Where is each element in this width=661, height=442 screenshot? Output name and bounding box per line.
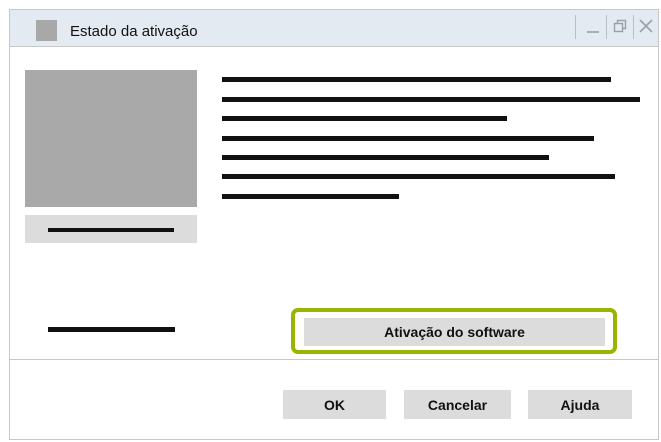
titlebar-separator <box>575 15 576 39</box>
titlebar-separator <box>606 15 607 39</box>
redacted-text-line <box>222 174 615 179</box>
image-placeholder <box>25 70 197 207</box>
window-title: Estado da ativação <box>70 23 198 40</box>
redacted-text-line <box>222 97 640 102</box>
help-button[interactable]: Ajuda <box>528 390 632 419</box>
titlebar-separator <box>633 15 634 39</box>
activation-highlight: Ativação do software <box>291 308 617 354</box>
cancel-button[interactable]: Cancelar <box>404 390 511 419</box>
title-bar: Estado da ativação <box>10 10 658 47</box>
redacted-text-bar <box>48 228 174 232</box>
app-icon <box>36 20 57 41</box>
redacted-text-line <box>222 136 594 141</box>
restore-icon[interactable] <box>609 15 631 37</box>
footer-divider <box>10 359 658 360</box>
redacted-text-line <box>222 155 549 160</box>
ok-button[interactable]: OK <box>283 390 386 419</box>
redacted-text-line <box>222 77 611 82</box>
placeholder-button[interactable] <box>25 215 197 243</box>
activation-status-dialog: Estado da ativação Ativação do software … <box>9 9 659 440</box>
minimize-icon[interactable] <box>582 15 604 37</box>
redacted-label <box>48 327 175 332</box>
close-icon[interactable] <box>635 15 657 37</box>
redacted-text-line <box>222 116 507 121</box>
redacted-text-line <box>222 194 399 199</box>
software-activation-button[interactable]: Ativação do software <box>304 318 605 346</box>
